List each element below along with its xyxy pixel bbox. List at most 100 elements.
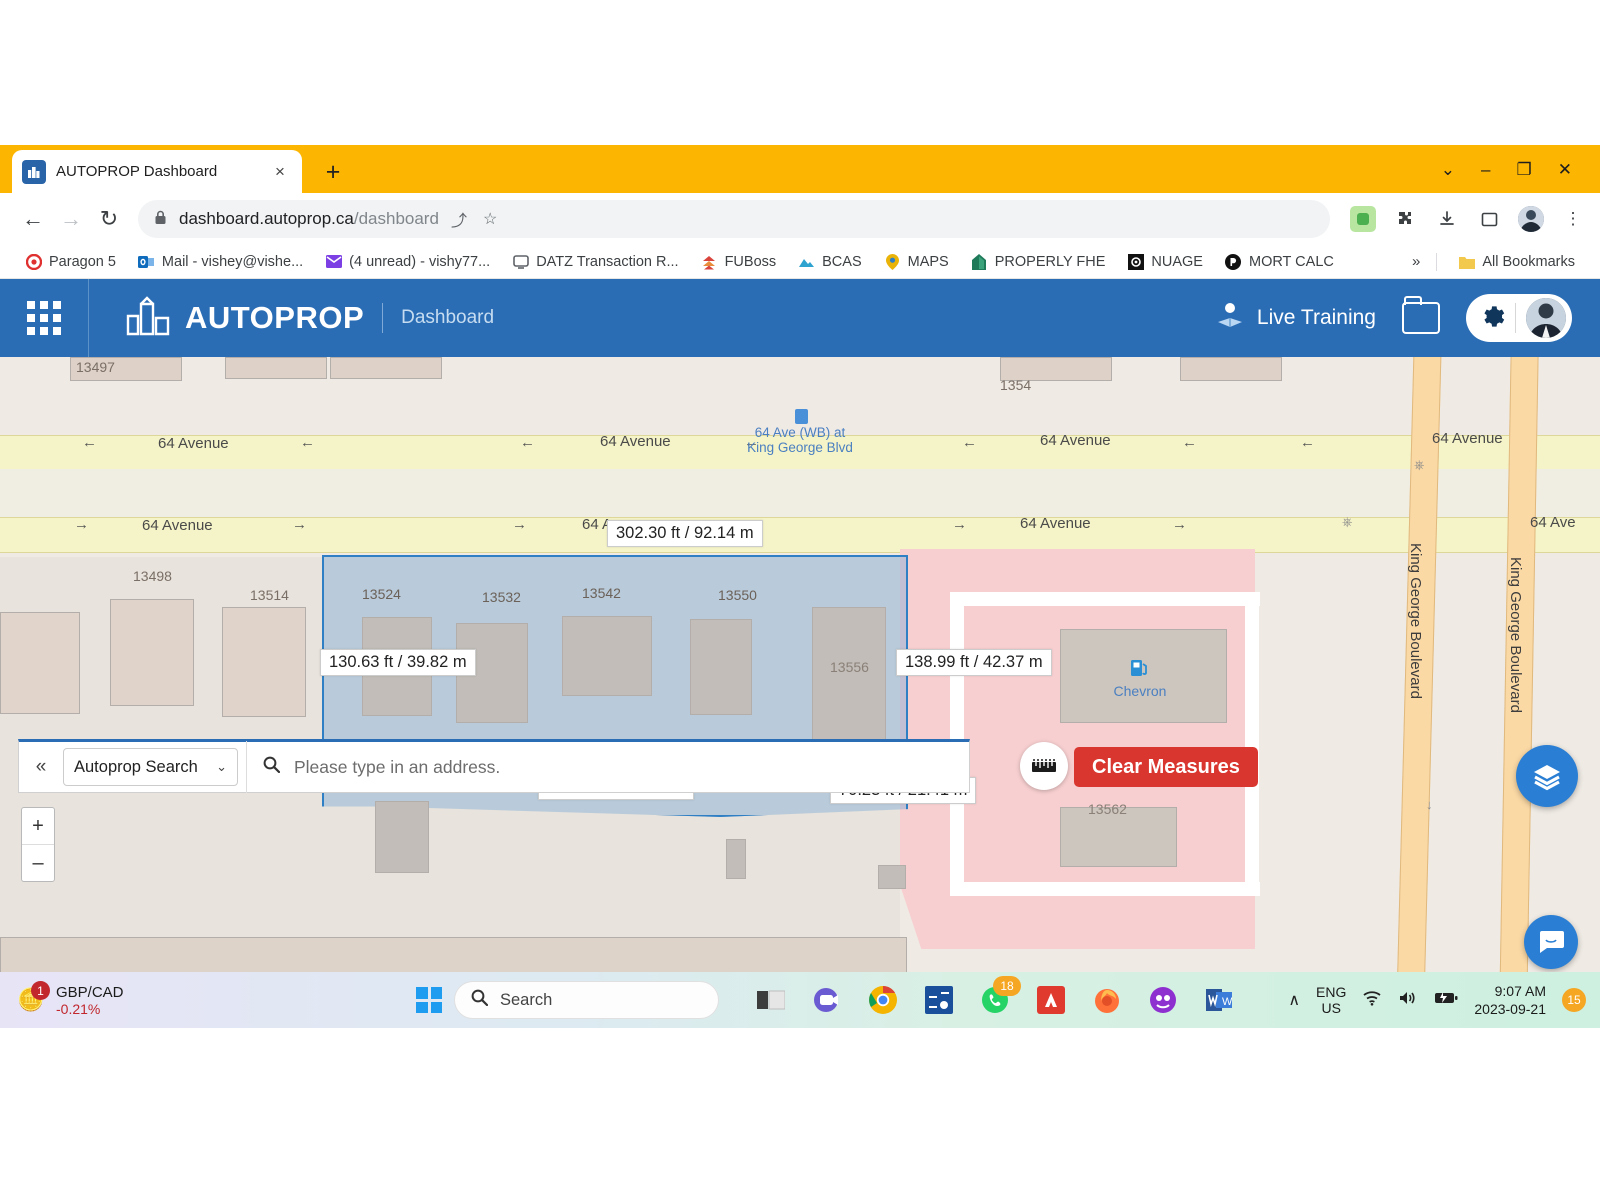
back-button[interactable]: ← <box>14 200 52 238</box>
url-domain: dashboard.autoprop.ca <box>179 209 354 228</box>
nuage-icon <box>1127 253 1144 270</box>
road-label-64-avenue: 64 Avenue <box>142 517 213 534</box>
driveway-top <box>950 592 1260 606</box>
bookmark-maps[interactable]: MAPS <box>873 249 960 275</box>
adobe-icon[interactable] <box>1033 982 1069 1018</box>
label-13542: 13542 <box>582 585 621 601</box>
chat-icon[interactable] <box>1524 915 1578 969</box>
browser-toolbar: ← → ↻ dashboard.autoprop.ca/dashboard ⤴ … <box>0 193 1600 245</box>
bookmark-mail-outlook[interactable]: Mail - vishey@vishe... <box>127 249 314 275</box>
road-label-64-avenue: 64 Avenue <box>1040 432 1111 449</box>
firefox-icon[interactable] <box>1089 982 1125 1018</box>
bookmark-fuboss[interactable]: FUBoss <box>690 249 788 275</box>
window-icon[interactable] <box>1476 206 1502 232</box>
direction-arrow-west: ← <box>962 434 977 451</box>
widget-currency-pair: GBP/CAD <box>56 983 124 1001</box>
forward-button[interactable]: → <box>52 200 90 238</box>
layers-icon[interactable] <box>1516 745 1578 807</box>
page-title: Dashboard <box>401 307 495 328</box>
clear-measures-button[interactable]: Clear Measures <box>1074 747 1258 787</box>
battery-icon[interactable] <box>1434 991 1458 1010</box>
windows-start-button[interactable] <box>416 987 442 1013</box>
address-search-field[interactable]: Please type in an address. <box>246 741 969 793</box>
screen: AUTOPROP Dashboard × + ⌄ – ❐ ✕ ← → ↻ das… <box>0 0 1600 1200</box>
language-indicator[interactable]: ENG US <box>1316 984 1346 1016</box>
search-icon <box>471 989 489 1011</box>
search-panel: « Autoprop Search ⌄ Please type in an ad… <box>18 739 970 793</box>
volume-icon[interactable] <box>1398 990 1418 1011</box>
building-13498 <box>110 599 194 706</box>
bookmarks-overflow-button[interactable]: » <box>1406 253 1426 270</box>
gear-icon[interactable] <box>1478 303 1505 334</box>
folder-icon[interactable] <box>1402 296 1440 334</box>
extension-icon[interactable] <box>1350 206 1376 232</box>
bookmark-label: BCAS <box>822 253 862 270</box>
language-line-1: ENG <box>1316 984 1347 1000</box>
building-13514 <box>222 607 306 717</box>
bookmarks-bar: Paragon 5 Mail - vishey@vishe... (4 unre… <box>0 245 1600 279</box>
bookmark-paragon-5[interactable]: Paragon 5 <box>14 249 127 275</box>
building-top-3 <box>330 357 442 379</box>
user-avatar[interactable] <box>1526 298 1566 338</box>
label-1354: 1354 <box>1000 377 1032 393</box>
settings-profile-pill[interactable] <box>1466 294 1572 342</box>
share-icon[interactable]: ⤴ <box>451 207 467 231</box>
all-bookmarks-button[interactable]: All Bookmarks <box>1447 249 1586 275</box>
collapse-panel-button[interactable]: « <box>19 741 63 793</box>
driveway-bottom <box>950 882 1260 896</box>
live-training-button[interactable]: Live Training <box>1215 300 1376 336</box>
reload-button[interactable]: ↻ <box>90 200 128 238</box>
address-bar[interactable]: dashboard.autoprop.ca/dashboard ⤴ ☆ <box>138 200 1330 238</box>
clock-time: 9:07 AM <box>1494 983 1546 999</box>
extensions-puzzle-icon[interactable] <box>1392 206 1418 232</box>
teams-icon[interactable] <box>809 982 845 1018</box>
taskbar-search-input[interactable]: Search <box>454 981 719 1019</box>
paragon-app-icon[interactable] <box>921 982 957 1018</box>
bookmark-mort-calc[interactable]: MORT CALC <box>1214 249 1345 275</box>
wifi-icon[interactable] <box>1362 990 1382 1011</box>
bookmark-unread-mail[interactable]: (4 unread) - vishy77... <box>314 249 501 275</box>
bookmark-label: (4 unread) - vishy77... <box>349 253 491 270</box>
minimize-button[interactable]: – <box>1481 161 1490 178</box>
search-mode-select[interactable]: Autoprop Search ⌄ <box>63 748 238 786</box>
coins-icon: 🪙 1 <box>16 981 50 1015</box>
downloads-icon[interactable] <box>1434 206 1460 232</box>
profile-avatar[interactable] <box>1518 206 1544 232</box>
tab-close-icon[interactable]: × <box>268 160 292 184</box>
bookmark-bcas[interactable]: BCAS <box>787 249 873 275</box>
bookmark-star-icon[interactable]: ☆ <box>483 209 497 229</box>
close-window-button[interactable]: ✕ <box>1558 161 1572 178</box>
building-small-3 <box>878 865 906 889</box>
bookmark-label: Mail - vishey@vishe... <box>161 253 304 270</box>
app-grid-icon[interactable] <box>22 296 66 340</box>
map-canvas[interactable]: 13497 13498 13514 13524 13532 13542 1355… <box>0 357 1600 995</box>
road-median <box>0 469 1600 517</box>
bookmark-nuage[interactable]: NUAGE <box>1116 249 1214 275</box>
brand-block[interactable]: AUTOPROP <box>125 295 364 341</box>
word-icon[interactable]: W <box>1201 982 1237 1018</box>
task-view-icon[interactable] <box>753 982 789 1018</box>
home-icon <box>971 253 988 270</box>
chrome-icon[interactable] <box>865 982 901 1018</box>
lock-icon <box>154 210 167 228</box>
taskbar-clock[interactable]: 9:07 AM 2023-09-21 <box>1474 982 1546 1018</box>
divider <box>1436 252 1438 271</box>
whatsapp-icon[interactable]: 18 <box>977 976 1021 1018</box>
dialpad-icon[interactable] <box>1145 982 1181 1018</box>
road-label-king-george-east: King George Boulevard <box>1507 557 1524 713</box>
zoom-in-button[interactable]: + <box>22 808 54 844</box>
tab-search-icon[interactable]: ⌄ <box>1441 161 1455 178</box>
autoprop-icon <box>22 159 46 184</box>
bookmark-properly-fhe[interactable]: PROPERLY FHE <box>960 249 1117 275</box>
new-tab-button[interactable]: + <box>318 157 348 187</box>
tray-overflow-icon[interactable]: ∧ <box>1288 990 1300 1010</box>
maximize-button[interactable]: ❐ <box>1517 161 1532 178</box>
notification-badge[interactable]: 15 <box>1562 988 1586 1012</box>
monitor-icon <box>512 253 529 270</box>
browser-menu-icon[interactable]: ⋮ <box>1560 206 1586 232</box>
tab-autoprop-dashboard[interactable]: AUTOPROP Dashboard × <box>12 150 302 193</box>
ruler-icon[interactable] <box>1020 742 1068 790</box>
bookmark-datz-transaction[interactable]: DATZ Transaction R... <box>501 249 689 275</box>
taskbar-widget[interactable]: 🪙 1 GBP/CAD -0.21% <box>0 981 416 1017</box>
zoom-out-button[interactable]: – <box>22 844 54 881</box>
